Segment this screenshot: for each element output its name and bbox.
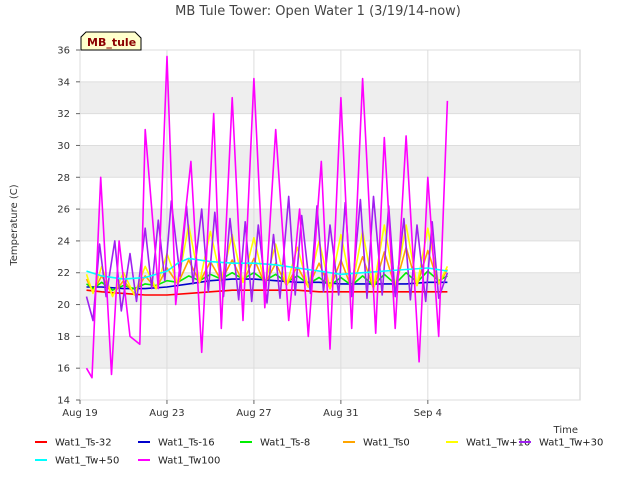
y-tick-label: 34 — [57, 77, 70, 88]
site-badge-label: MB_tule — [87, 36, 136, 49]
legend-label: Wat1_Ts-8 — [260, 438, 310, 449]
y-tick-label: 32 — [57, 109, 70, 120]
legend-label: Wat1_Tw+50 — [55, 456, 119, 467]
y-tick-label: 26 — [57, 205, 70, 216]
y-tick-label: 22 — [57, 268, 70, 279]
chart: MB Tule Tower: Open Water 1 (3/19/14-now… — [9, 4, 603, 467]
y-tick-label: 20 — [57, 300, 70, 311]
x-tick-label: Aug 23 — [149, 408, 184, 419]
grid-band — [80, 81, 580, 114]
legend-item: Wat1_Ts-32 — [35, 438, 112, 449]
y-tick-label: 16 — [57, 364, 70, 375]
x-tick-label: Sep 4 — [414, 408, 442, 419]
y-tick-label: 28 — [57, 173, 70, 184]
legend-label: Wat1_Ts0 — [363, 438, 410, 449]
x-tick-label: Aug 19 — [62, 408, 97, 419]
y-tick-label: 30 — [57, 141, 70, 152]
grid-band — [80, 145, 580, 178]
legend-label: Wat1_Ts-32 — [55, 438, 112, 449]
legend-label: Wat1_Tw+30 — [539, 438, 603, 449]
y-tick-label: 14 — [57, 396, 70, 407]
x-tick-label: Aug 31 — [323, 408, 358, 419]
legend-item: Wat1_Tw100 — [138, 456, 220, 467]
y-axis-label: Temperature (C) — [9, 184, 20, 266]
legend-item: Wat1_Tw+30 — [519, 438, 603, 449]
legend-label: Wat1_Tw100 — [158, 456, 220, 467]
y-tick-label: 36 — [57, 46, 70, 57]
legend-item: Wat1_Tw+50 — [35, 456, 119, 467]
y-tick-label: 24 — [57, 236, 70, 247]
site-badge: MB_tule — [80, 31, 142, 51]
legend: Wat1_Ts-32 Wat1_Ts-16 Wat1_Ts-8 Wat1_Ts0 Wat… — [35, 438, 603, 467]
legend-item: Wat1_Tw+10 — [446, 438, 530, 449]
x-axis-ticks: Aug 19 Aug 23 Aug 27 Aug 31 Sep 4 — [62, 400, 442, 419]
legend-label: Wat1_Ts-16 — [158, 438, 215, 449]
legend-item: Wat1_Ts-8 — [240, 438, 310, 449]
legend-item: Wat1_Ts-16 — [138, 438, 215, 449]
y-tick-label: 18 — [57, 332, 70, 343]
y-axis-ticks: 14 16 18 20 22 24 26 28 30 32 34 36 — [57, 46, 80, 407]
legend-item: Wat1_Ts0 — [343, 438, 410, 449]
x-tick-label: Aug 27 — [236, 408, 271, 419]
chart-title: MB Tule Tower: Open Water 1 (3/19/14-now… — [175, 4, 461, 19]
x-axis-label: Time — [553, 425, 578, 436]
